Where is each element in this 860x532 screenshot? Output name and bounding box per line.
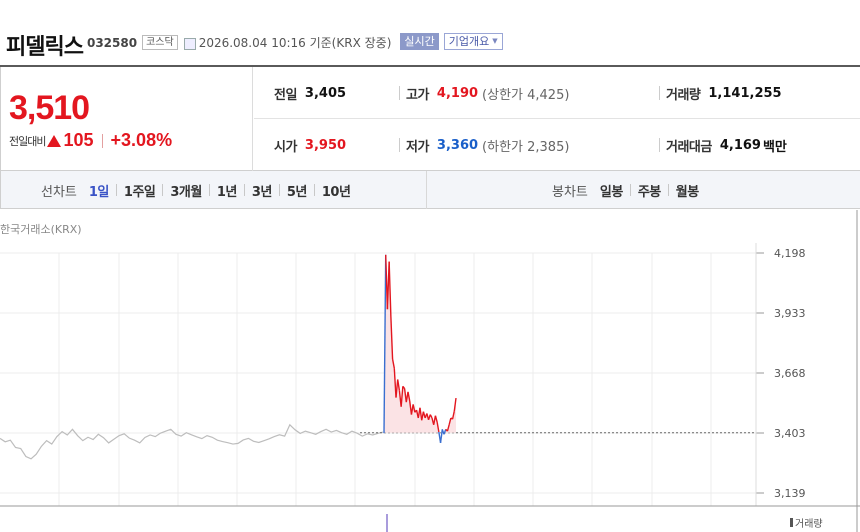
change-row: 전일대비 105 +3.08% bbox=[9, 130, 172, 151]
today-area-fill bbox=[384, 254, 456, 433]
tab-divider bbox=[115, 184, 117, 196]
tab-period-5[interactable]: 5년 bbox=[287, 181, 308, 200]
change-rate: +3.08% bbox=[110, 130, 173, 150]
price-stats: 전일 3,405 고가 4,190 (상한가 4,425) 거래량 1,141,… bbox=[254, 67, 860, 171]
change-label: 전일대비 bbox=[9, 134, 46, 148]
change-amount: 105 bbox=[63, 130, 94, 150]
stat-trade-value: 거래대금 4,169 백만 bbox=[659, 119, 787, 171]
tab-period-6[interactable]: 10년 bbox=[322, 181, 351, 200]
quote-timestamp: 2026.08.04 10:16 기준(KRX 장중) bbox=[198, 36, 392, 50]
stat-prev-close: 전일 3,405 bbox=[274, 67, 346, 119]
stat-label: 고가 bbox=[406, 87, 429, 103]
stat-label: 거래대금 bbox=[666, 139, 712, 155]
current-price: 3,510 bbox=[9, 89, 90, 127]
clock-icon bbox=[183, 38, 196, 50]
stat-low: 저가 3,360 (하한가 2,385) bbox=[399, 119, 569, 171]
tab-divider bbox=[313, 184, 315, 196]
volume-legend-label: 거래량 bbox=[795, 519, 823, 530]
stat-value: 1,141,255 bbox=[708, 85, 782, 101]
lower-limit: (하한가 2,385) bbox=[482, 139, 570, 155]
previous-day-line bbox=[0, 423, 384, 460]
divider bbox=[659, 138, 660, 152]
tab-period-1[interactable]: 1주일 bbox=[124, 181, 156, 200]
y-tick-label: 3,933 bbox=[774, 307, 806, 320]
volume-swatch bbox=[790, 518, 793, 527]
stat-label: 저가 bbox=[406, 139, 429, 155]
stat-label: 거래량 bbox=[666, 87, 701, 103]
stat-high: 고가 4,190 (상한가 4,425) bbox=[399, 67, 569, 119]
chevron-down-icon: ▼ bbox=[492, 37, 498, 45]
stat-value: 3,405 bbox=[304, 85, 347, 101]
y-tick-label: 3,403 bbox=[774, 427, 806, 440]
tab-divider bbox=[243, 184, 245, 196]
tab-candle-2[interactable]: 월봉 bbox=[676, 181, 699, 200]
today-line-segment bbox=[439, 429, 443, 444]
stock-header: 피델릭스 032580 코스닥 2026.08.04 10:16 기준(KRX … bbox=[0, 26, 860, 62]
company-overview-button[interactable]: 기업개요 ▼ bbox=[443, 33, 503, 50]
company-overview-label: 기업개요 bbox=[448, 35, 490, 48]
tab-period-2[interactable]: 3개월 bbox=[170, 181, 202, 200]
candle-chart-tabs: 봉차트 일봉 주봉 월봉 bbox=[552, 171, 699, 209]
tab-period-4[interactable]: 3년 bbox=[252, 181, 273, 200]
volume-legend: 거래량 bbox=[790, 515, 823, 530]
stat-value: 4,190 bbox=[436, 85, 479, 101]
today-line-segment bbox=[443, 429, 447, 435]
realtime-badge[interactable]: 실시간 bbox=[400, 33, 439, 50]
y-tick-label: 3,668 bbox=[774, 367, 806, 380]
tab-divider bbox=[208, 184, 210, 196]
divider bbox=[659, 86, 660, 100]
stat-unit: 백만 bbox=[762, 139, 787, 155]
current-price-box: 3,510 전일대비 105 +3.08% bbox=[0, 67, 253, 171]
stock-code: 032580 bbox=[86, 36, 138, 50]
market-badge: 코스닥 bbox=[142, 35, 178, 50]
stat-value: 3,950 bbox=[304, 137, 347, 153]
stat-value: 3,360 bbox=[436, 137, 479, 153]
up-arrow-icon bbox=[47, 134, 62, 147]
stat-open: 시가 3,950 bbox=[274, 119, 346, 171]
stats-row: 시가 3,950 저가 3,360 (하한가 2,385) 거래대금 4,169… bbox=[254, 119, 860, 171]
upper-limit: (상한가 4,425) bbox=[482, 87, 570, 103]
price-panel: 3,510 전일대비 105 +3.08% 전일 3,405 고가 4,190 … bbox=[0, 65, 860, 171]
tab-period-3[interactable]: 1년 bbox=[217, 181, 238, 200]
divider bbox=[399, 138, 400, 152]
y-tick-label: 4,198 bbox=[774, 247, 806, 260]
divider bbox=[399, 86, 400, 100]
chart-source: 한국거래소(KRX) bbox=[0, 223, 82, 236]
line-chart-tabs: 선차트 1일 1주일 3개월 1년 3년 5년 10년 bbox=[41, 171, 351, 209]
stat-volume: 거래량 1,141,255 bbox=[659, 67, 782, 119]
line-chart-title: 선차트 bbox=[41, 184, 77, 200]
chart-canvas[interactable]: 4,198 3,933 3,668 3,403 3,139 bbox=[0, 210, 860, 532]
tab-divider bbox=[629, 184, 631, 196]
stat-label: 시가 bbox=[274, 139, 297, 155]
tab-candle-1[interactable]: 주봉 bbox=[638, 181, 661, 200]
stats-row: 전일 3,405 고가 4,190 (상한가 4,425) 거래량 1,141,… bbox=[254, 67, 860, 119]
company-name: 피델릭스 bbox=[6, 35, 84, 60]
tab-divider bbox=[667, 184, 669, 196]
tab-divider bbox=[162, 184, 164, 196]
stat-value: 4,169 bbox=[719, 137, 761, 153]
candle-chart-title: 봉차트 bbox=[552, 184, 588, 200]
stat-label: 전일 bbox=[274, 87, 297, 103]
tab-period-0[interactable]: 1일 bbox=[89, 181, 110, 200]
divider bbox=[426, 171, 427, 209]
period-bar: 선차트 1일 1주일 3개월 1년 3년 5년 10년 봉차트 일봉 주봉 월봉 bbox=[0, 171, 860, 209]
price-chart[interactable]: 4,198 3,933 3,668 3,403 3,139 한국거래소(KRX) 거래량 bbox=[0, 210, 860, 532]
change-divider bbox=[101, 133, 103, 148]
y-tick-label: 3,139 bbox=[774, 487, 806, 500]
tab-candle-0[interactable]: 일봉 bbox=[600, 181, 623, 200]
tab-divider bbox=[278, 184, 280, 196]
